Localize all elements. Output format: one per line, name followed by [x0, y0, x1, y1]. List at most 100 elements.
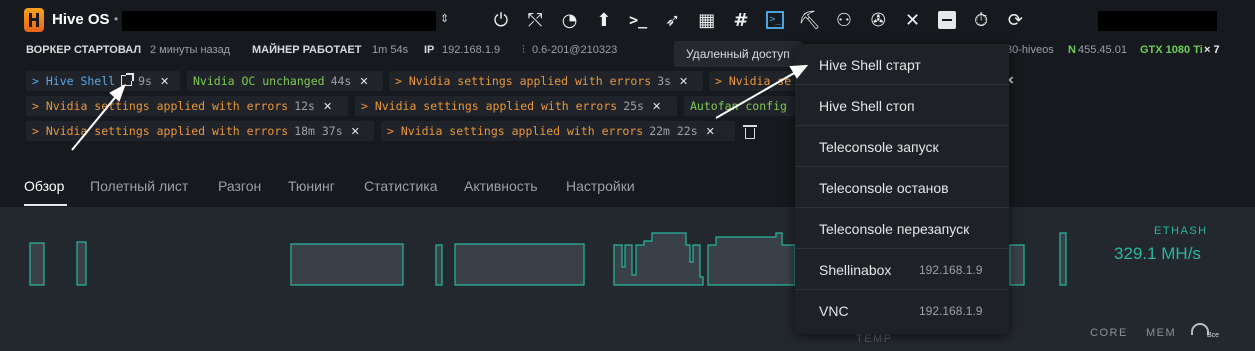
miner-running-label: МАЙНЕР РАБОТАЕТ [252, 44, 362, 56]
ip-value: 192.168.1.9 [442, 44, 501, 56]
version-value: 0.6-201@210323 [532, 44, 618, 56]
tab-activity[interactable]: Активность [464, 178, 538, 194]
hostname-tail: 30-hiveos [1006, 44, 1054, 56]
menu-item-ip: 192.168.1.9 [919, 304, 983, 318]
separator-dot: • [114, 12, 119, 26]
close-icon[interactable]: ✕ [323, 100, 332, 113]
core-label[interactable]: CORE [1090, 327, 1128, 339]
menu-item-shellinabox[interactable]: Shellinabox 192.168.1.9 [795, 249, 1009, 290]
redacted-worker-name[interactable] [122, 11, 436, 31]
menu-item-label: Teleconsole останов [819, 180, 949, 196]
tag-nvidia-errors[interactable]: > Nvidia settings applied with errors 12s… [26, 96, 348, 116]
menu-item-label: Teleconsole запуск [819, 139, 939, 155]
flash-icon[interactable]: ⤲ [522, 8, 548, 32]
hiveos-logo-icon[interactable] [24, 8, 44, 32]
tag-time: 3s [657, 74, 672, 88]
menu-item-teleconsole-stop[interactable]: Teleconsole останов [795, 167, 1009, 208]
hash-icon[interactable]: # [728, 8, 754, 32]
close-icon[interactable]: ✕ [359, 75, 368, 88]
tab-overclocking[interactable]: Разгон [218, 178, 261, 194]
all-label[interactable]: Все [1207, 332, 1219, 339]
rocket-icon[interactable]: ➶ [659, 8, 685, 32]
tag-text: Nvidia OC unchanged [193, 74, 325, 88]
worker-started-label: ВОРКЕР СТАРТОВАЛ [26, 44, 142, 56]
gpu-model: GTX 1080 Ti [1140, 44, 1203, 56]
menu-item-hive-shell-start[interactable]: Hive Shell старт [795, 44, 1009, 85]
menu-item-label: Hive Shell стоп [819, 98, 915, 114]
remote-access-tooltip: Удаленный доступ [674, 41, 802, 67]
menu-item-label: Teleconsole перезапуск [819, 221, 970, 237]
network-icon[interactable]: ⚇ [831, 8, 857, 32]
driver-version: 455.45.01 [1078, 44, 1127, 56]
pickaxe-icon[interactable]: ⛏ [797, 8, 823, 32]
tag-autofan-config[interactable]: Autofan config [684, 96, 795, 116]
tab-overview[interactable]: Обзор [24, 178, 64, 194]
tab-bar: Обзор Полетный лист Разгон Тюнинг Статис… [0, 171, 1255, 206]
menu-item-teleconsole-restart[interactable]: Teleconsole перезапуск [795, 208, 1009, 249]
tag-nvidia-errors[interactable]: > Nvidia settings applied with errors 3s ✕ [389, 71, 703, 91]
tab-flight-sheet[interactable]: Полетный лист [90, 178, 188, 194]
hashrate-value: 329.1 MH/s [1114, 244, 1201, 263]
graph-segment [290, 243, 404, 286]
graph-segment [29, 242, 45, 286]
tab-tuning[interactable]: Тюнинг [288, 178, 335, 194]
tag-nvidia-errors[interactable]: > Nvidia settings applied with errors 18m… [26, 121, 374, 141]
menu-item-vnc[interactable]: VNC 192.168.1.9 [795, 290, 1009, 331]
external-link-icon[interactable] [121, 73, 135, 86]
tag-text: Autofan config [690, 99, 787, 113]
tag-time: 25s [623, 99, 644, 113]
tag-nvidia-errors[interactable]: > Nvidia settings applied with errors 25s… [355, 96, 677, 116]
menu-item-label: Hive Shell старт [819, 57, 921, 73]
close-icon[interactable]: ✕ [706, 125, 715, 138]
driver-prefix: N [1068, 44, 1076, 56]
worker-started-value: 2 минуты назад [150, 44, 231, 56]
terminal-icon[interactable]: >_ [762, 8, 788, 32]
tag-text: > Nvidia se [715, 74, 792, 88]
close-icon[interactable]: ✕ [351, 125, 360, 138]
worker-selector-icon[interactable]: ⇕ [440, 12, 449, 25]
tab-statistics[interactable]: Статистика [364, 178, 438, 194]
minus-box-icon[interactable] [934, 8, 960, 32]
graph-segment [1009, 244, 1025, 286]
mem-label[interactable]: MEM [1146, 327, 1176, 339]
stopwatch-icon[interactable]: ⏱ [968, 8, 994, 32]
fan-icon[interactable]: ✇ [865, 8, 891, 32]
upgrade-icon[interactable]: ⬆ [591, 8, 617, 32]
tag-text: > Hive Shell [32, 74, 116, 88]
graph-segment [707, 232, 796, 286]
tag-time: 22m 22s [649, 124, 698, 138]
tag-text: > Nvidia settings applied with errors [361, 99, 618, 113]
menu-item-ip: 192.168.1.9 [919, 263, 983, 277]
tag-text: > Nvidia settings applied with errors [395, 74, 652, 88]
tag-text: > Nvidia settings applied with errors [32, 124, 289, 138]
hashrate-graph [29, 232, 1067, 286]
ram-icon[interactable]: ▦ [694, 8, 720, 32]
graph-segment [613, 232, 704, 286]
menu-item-label: VNC [819, 303, 849, 319]
miner-running-value: 1m 54s [372, 44, 409, 56]
refresh-icon[interactable]: ⟳ [1002, 8, 1028, 32]
tab-settings[interactable]: Настройки [566, 178, 635, 194]
brand-name[interactable]: Hive OS [52, 11, 110, 28]
close-icon[interactable]: ✕ [652, 100, 661, 113]
power-icon[interactable]: ⏻ [488, 8, 514, 32]
hashrate-panel: ETHASH 329.1 MH/s TEMP CORE MEM Все [0, 207, 1255, 351]
algorithm-label: ETHASH [1154, 225, 1208, 237]
temp-label[interactable]: TEMP [856, 333, 893, 345]
close-icon[interactable]: ✕ [679, 75, 688, 88]
trash-icon[interactable] [743, 124, 757, 140]
tag-hive-shell[interactable]: > Hive Shell 9s ✕ [26, 71, 180, 91]
tools-icon[interactable]: ✕ [900, 8, 926, 32]
ip-label: IP [424, 44, 435, 56]
overclock-icon[interactable]: ◔ [557, 8, 583, 32]
close-icon[interactable]: ✕ [160, 75, 169, 88]
redacted-account[interactable] [1098, 11, 1217, 31]
graph-segment [454, 243, 585, 286]
version-icon: ⫶ [522, 44, 525, 56]
menu-item-teleconsole-start[interactable]: Teleconsole запуск [795, 126, 1009, 167]
command-icon[interactable]: >_ [625, 8, 651, 32]
tag-nvidia-errors[interactable]: > Nvidia se [709, 71, 795, 91]
menu-item-hive-shell-stop[interactable]: Hive Shell стоп [795, 85, 1009, 126]
tag-oc-unchanged[interactable]: Nvidia OC unchanged 44s ✕ [187, 71, 383, 91]
tag-nvidia-errors[interactable]: > Nvidia settings applied with errors 22m… [381, 121, 735, 141]
